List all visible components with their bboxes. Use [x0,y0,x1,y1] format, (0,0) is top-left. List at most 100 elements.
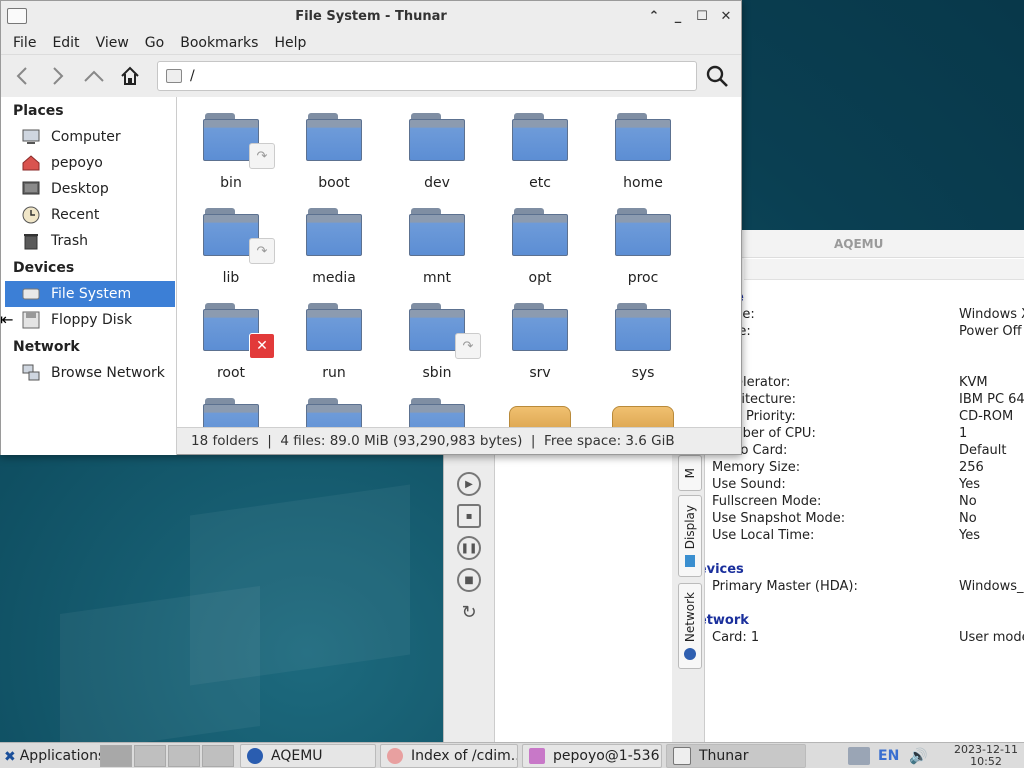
info-label: Use Local Time: [712,528,815,543]
folder-label: lib [222,270,240,286]
folder-label: bin [220,175,242,191]
tab-network[interactable]: Network [678,583,702,669]
thunar-titlebar[interactable]: File System - Thunar ⌃ _ ☐ ✕ [1,1,741,31]
drive-icon [21,284,41,304]
sidebar-item-floppy-disk[interactable]: Floppy Disk [5,307,175,333]
task-label: Thunar [699,748,749,764]
package-icon [612,406,674,427]
menu-file[interactable]: File [5,35,44,51]
network-header: Network [13,339,80,355]
menu-bar: File Edit View Go Bookmarks Help [1,31,741,55]
file-manager-icon [673,747,691,765]
clock[interactable]: 2023-12-11 10:52 [948,744,1024,768]
thunar-window[interactable]: File System - Thunar ⌃ _ ☐ ✕ File Edit V… [0,0,742,455]
pause-vm-button[interactable]: ❚❚ [457,536,481,560]
sidebar-item-label: Desktop [51,181,109,197]
folder-item-bin[interactable]: ↷ bin [186,113,276,191]
back-button[interactable] [7,61,37,91]
sidebar-item-browse-network[interactable]: Browse Network [5,360,175,386]
search-button[interactable] [705,64,729,88]
folder-item-dev[interactable]: dev [392,113,482,191]
folder-label: opt [528,270,552,286]
folder-item-run[interactable]: run [289,303,379,381]
menu-view[interactable]: View [88,35,137,51]
info-label: Card: 1 [712,630,760,645]
stop-vm-button[interactable]: ■ [457,568,481,592]
aqemu-title: AQEMU [834,236,884,251]
folder-item-srv[interactable]: srv [495,303,585,381]
minimize-icon[interactable]: _ [669,7,687,25]
workspace-3[interactable] [168,745,200,767]
folder-item-sys[interactable]: sys [598,303,688,381]
package-item[interactable] [598,398,688,427]
network-status-icon[interactable] [848,747,871,765]
task-thunar[interactable]: Thunar [666,744,806,768]
forward-button[interactable] [43,61,73,91]
close-icon[interactable]: ✕ [717,7,735,25]
maximize-icon[interactable]: ☐ [693,7,711,25]
sidebar-item-computer[interactable]: Computer [5,124,175,150]
info-label: Use Snapshot Mode: [712,511,846,526]
info-label: Fullscreen Mode: [712,494,822,509]
file-icon-view[interactable]: ↷ bin boot dev etc home ↷ lib media mnt … [177,97,741,427]
sidebar-item-desktop[interactable]: Desktop [5,176,175,202]
folder-item[interactable] [289,398,379,427]
sidebar-item-pepoyo[interactable]: pepoyo [5,150,175,176]
workspace-2[interactable] [134,745,166,767]
workspace-4[interactable] [202,745,234,767]
folder-item-proc[interactable]: proc [598,208,688,286]
folder-item-home[interactable]: home [598,113,688,191]
folder-item-media[interactable]: media [289,208,379,286]
tab-display[interactable]: Display [678,495,702,577]
folder-icon: ↷ [203,208,275,264]
task-browser[interactable]: Index of /cdim... [380,744,518,768]
location-bar[interactable]: / [157,61,697,91]
folder-item-lib[interactable]: ↷ lib [186,208,276,286]
tab-display-label: Display [683,504,697,550]
folder-item[interactable] [392,398,482,427]
folder-item-etc[interactable]: etc [495,113,585,191]
keyboard-layout-indicator[interactable]: EN [878,748,899,764]
task-aqemu[interactable]: AQEMU [240,744,376,768]
sidebar-item-file-system[interactable]: File System [5,281,175,307]
sidebar-item-recent[interactable]: Recent [5,202,175,228]
home-button[interactable] [115,61,145,91]
start-vm-button[interactable]: ▶ [457,472,481,496]
menu-bookmarks[interactable]: Bookmarks [172,35,266,51]
reset-vm-button[interactable]: ↻ [457,600,481,624]
clock-icon [21,205,41,225]
task-terminal[interactable]: pepoyo@1-536... [522,744,662,768]
folder-icon [409,113,465,161]
folder-icon [615,113,671,161]
save-vm-button[interactable]: ▪ [457,504,481,528]
menu-go[interactable]: Go [137,35,172,51]
package-item[interactable] [495,398,585,427]
tab-machine[interactable]: M [678,455,702,491]
folder-item-sbin[interactable]: ↷ sbin [392,303,482,381]
sidebar-item-trash[interactable]: Trash [5,228,175,254]
folder-label: run [322,365,346,381]
applications-menu-button[interactable]: ✖ Applications [0,748,105,765]
folder-item-mnt[interactable]: mnt [392,208,482,286]
folder-item[interactable] [186,398,276,427]
folder-item-boot[interactable]: boot [289,113,379,191]
vm-list[interactable] [495,455,673,742]
sidebar-item-label: Browse Network [51,365,165,381]
menu-edit[interactable]: Edit [44,35,87,51]
folder-item-root[interactable]: ✕ root [186,303,276,381]
info-value: Default [959,443,1007,458]
folder-item-opt[interactable]: opt [495,208,585,286]
desktop-icon [21,179,41,199]
search-icon [706,65,728,87]
up-button[interactable] [79,61,109,91]
folder-label: root [216,365,246,381]
info-value: User mode [959,630,1024,645]
chevron-right-icon [53,67,64,85]
chevron-up-icon[interactable]: ⌃ [645,7,663,25]
volume-icon[interactable]: 🔊 [909,747,928,765]
workspace-1[interactable] [100,745,132,767]
info-value: Power Off [959,324,1022,339]
folder-icon: ✕ [203,303,275,359]
menu-help[interactable]: Help [266,35,314,51]
floppy-icon [21,310,41,330]
